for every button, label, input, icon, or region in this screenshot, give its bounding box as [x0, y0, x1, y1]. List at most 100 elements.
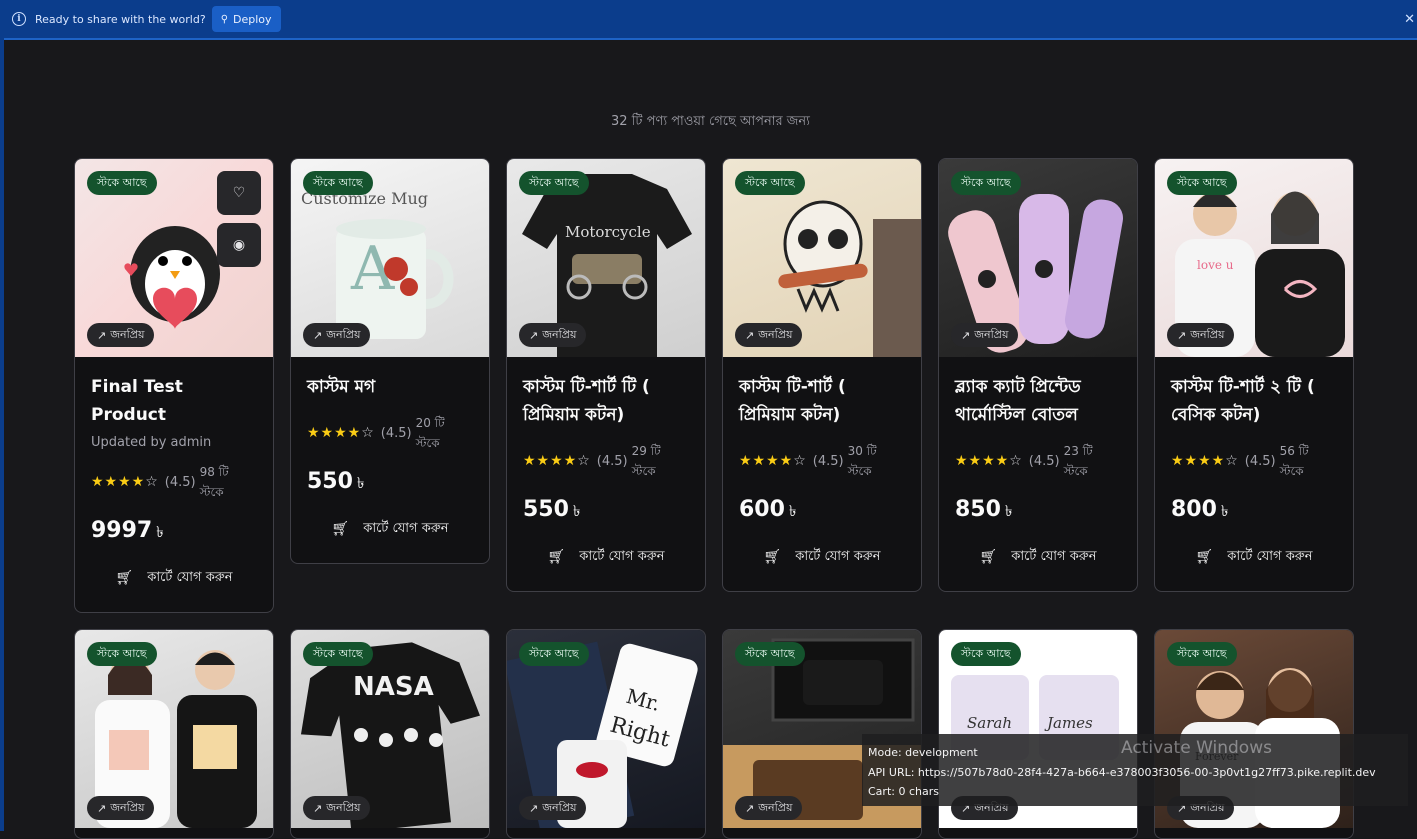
in-stock-badge: স্টকে আছে	[303, 171, 373, 195]
add-to-cart-button[interactable]: 🛒︎ কার্টে যোগ করুন	[955, 537, 1121, 577]
product-image[interactable]: স্টকে আছে ↗ জনপ্রিয়	[939, 159, 1137, 357]
rating-value: (4.5)	[596, 453, 628, 469]
trending-icon: ↗	[961, 328, 971, 342]
product-title[interactable]: Final Test Product	[91, 373, 257, 429]
add-to-cart-label: কার্টে যোগ করুন	[1227, 548, 1313, 564]
cart-icon: 🛒︎	[115, 570, 134, 586]
stock-count: 29 টি স্টকে	[631, 444, 661, 478]
deploy-button-label: Deploy	[233, 12, 272, 26]
product-title[interactable]: কাস্টম টি-শার্ট ২ টি ( বেসিক কটন)	[1171, 373, 1337, 429]
rating-value: (4.5)	[164, 474, 196, 490]
rating-stars: ★★★★☆	[307, 425, 375, 441]
trending-icon: ↗	[529, 801, 539, 815]
svg-text:love u: love u	[1197, 258, 1234, 272]
product-image[interactable]: স্টকে আছে ↗ জনপ্রিয়	[723, 159, 921, 357]
popular-label: জনপ্রিয়	[326, 327, 361, 341]
rocket-icon: ⚲	[220, 13, 229, 25]
price: 550 ৳	[523, 497, 581, 522]
product-image[interactable]: স্টকে আছে ♡ ◉ ↗ জনপ্রিয়	[75, 159, 273, 357]
add-to-cart-button[interactable]: 🛒︎ কার্টে যোগ করুন	[523, 537, 689, 577]
cart-icon: 🛒︎	[331, 521, 350, 537]
product-card[interactable]: Motorcycle স্টকে আছে ↗ জনপ্রিয় কাস্টম টি…	[506, 158, 706, 592]
product-card[interactable]: love u স্টকে আছে ↗ জনপ্রিয় কাস্টম টি-শার…	[1154, 158, 1354, 592]
trending-icon: ↗	[313, 801, 323, 815]
popular-label: জনপ্রিয়	[542, 327, 577, 341]
deploy-message: Ready to share with the world?	[35, 12, 206, 26]
in-stock-badge: স্টকে আছে	[1167, 642, 1237, 666]
popular-label: জনপ্রিয়	[326, 800, 361, 814]
eye-icon[interactable]: ◉	[217, 223, 261, 267]
debug-api-url: API URL: https://507b78d0-28f4-427a-b664…	[868, 765, 1376, 779]
product-card[interactable]: A Customize Mug স্টকে আছে ↗ জনপ্রিয় কাস্…	[290, 158, 490, 564]
rating-value: (4.5)	[380, 425, 412, 441]
popular-badge: ↗ জনপ্রিয়	[303, 796, 371, 820]
rating-value: (4.5)	[1244, 453, 1276, 469]
heart-icon[interactable]: ♡	[217, 171, 261, 215]
popular-label: জনপ্রিয়	[758, 800, 793, 814]
in-stock-badge: স্টকে আছে	[87, 171, 157, 195]
popular-badge: ↗ জনপ্রিয়	[87, 323, 155, 347]
popular-badge: ↗ জনপ্রিয়	[1167, 323, 1235, 347]
popular-badge: ↗ জনপ্রিয়	[951, 323, 1019, 347]
rating-value: (4.5)	[1028, 453, 1060, 469]
in-stock-badge: স্টকে আছে	[87, 642, 157, 666]
price: 9997 ৳	[91, 518, 164, 543]
product-image[interactable]: love u স্টকে আছে ↗ জনপ্রিয়	[1155, 159, 1353, 357]
product-card[interactable]: স্টকে আছে ↗ জনপ্রিয় ব্ল্যাক ক্যাট প্রিন্…	[938, 158, 1138, 592]
trending-icon: ↗	[745, 801, 755, 815]
add-to-cart-button[interactable]: 🛒︎ কার্টে যোগ করুন	[91, 558, 257, 598]
price: 550 ৳	[307, 469, 365, 494]
product-title[interactable]: ব্ল্যাক ক্যাট প্রিন্টেড থার্মোস্টিল বোতল	[955, 373, 1121, 429]
add-to-cart-label: কার্টে যোগ করুন	[147, 569, 233, 585]
product-card[interactable]: Mr. Right স্টকে আছে ↗ জনপ্রিয়	[506, 629, 706, 839]
stock-count: 56 টি স্টকে	[1279, 444, 1309, 478]
product-image[interactable]: স্টকে আছে ↗ জনপ্রিয়	[75, 630, 273, 828]
svg-text:Motorcycle: Motorcycle	[565, 223, 651, 241]
product-image[interactable]: Motorcycle স্টকে আছে ↗ জনপ্রিয়	[507, 159, 705, 357]
product-card[interactable]: স্টকে আছে ↗ জনপ্রিয় কাস্টম টি-শার্ট ( প্…	[722, 158, 922, 592]
deploy-banner: i Ready to share with the world? ⚲ Deplo…	[4, 0, 1417, 40]
trending-icon: ↗	[745, 328, 755, 342]
add-to-cart-label: কার্টে যোগ করুন	[579, 548, 665, 564]
product-image[interactable]: Mr. Right স্টকে আছে ↗ জনপ্রিয়	[507, 630, 705, 828]
in-stock-badge: স্টকে আছে	[519, 642, 589, 666]
product-title[interactable]: কাস্টম টি-শার্ট ( প্রিমিয়াম কটন)	[739, 373, 905, 429]
add-to-cart-button[interactable]: 🛒︎ কার্টে যোগ করুন	[1171, 537, 1337, 577]
trending-icon: ↗	[1177, 328, 1187, 342]
price: 800 ৳	[1171, 497, 1229, 522]
popular-label: জনপ্রিয়	[542, 800, 577, 814]
product-image[interactable]: A Customize Mug স্টকে আছে ↗ জনপ্রিয়	[291, 159, 489, 357]
results-count: 32 টি পণ্য পাওয়া গেছে আপনার জন্য	[611, 114, 810, 129]
svg-text:James: James	[1044, 714, 1093, 732]
price: 600 ৳	[739, 497, 797, 522]
popular-badge: ↗ জনপ্রিয়	[519, 796, 587, 820]
product-title[interactable]: কাস্টম টি-শার্ট টি ( প্রিমিয়াম কটন)	[523, 373, 689, 429]
cart-icon: 🛒︎	[979, 549, 998, 565]
trending-icon: ↗	[313, 328, 323, 342]
product-image[interactable]: NASA স্টকে আছে ↗ জনপ্রিয়	[291, 630, 489, 828]
product-title[interactable]: কাস্টম মগ	[307, 373, 473, 401]
popular-label: জনপ্রিয়	[110, 327, 145, 341]
rating-stars: ★★★★☆	[739, 453, 807, 469]
in-stock-badge: স্টকে আছে	[951, 642, 1021, 666]
rating-stars: ★★★★☆	[955, 453, 1023, 469]
svg-text:NASA: NASA	[353, 672, 434, 702]
close-icon[interactable]: ✕	[1404, 12, 1415, 27]
product-subtitle: Updated by admin	[91, 435, 212, 450]
main-content: 32 টি পণ্য পাওয়া গেছে আপনার জন্য স্টকে …	[4, 42, 1417, 839]
add-to-cart-button[interactable]: 🛒︎ কার্টে যোগ করুন	[307, 509, 473, 549]
popular-label: জনপ্রিয়	[110, 800, 145, 814]
popular-badge: ↗ জনপ্রিয়	[303, 323, 371, 347]
deploy-button[interactable]: ⚲ Deploy	[211, 6, 281, 32]
popular-label: জনপ্রিয়	[758, 327, 793, 341]
stock-count: 30 টি স্টকে	[847, 444, 877, 478]
product-card[interactable]: স্টকে আছে ↗ জনপ্রিয়	[74, 629, 274, 839]
product-card[interactable]: স্টকে আছে ♡ ◉ ↗ জনপ্রিয় Final Test Produ…	[74, 158, 274, 613]
debug-cart: Cart: 0 chars	[868, 785, 939, 798]
add-to-cart-button[interactable]: 🛒︎ কার্টে যোগ করুন	[739, 537, 905, 577]
in-stock-badge: স্টকে আছে	[735, 642, 805, 666]
stock-count: 98 টি স্টকে	[199, 465, 229, 499]
trending-icon: ↗	[97, 328, 107, 342]
cart-icon: 🛒︎	[763, 549, 782, 565]
product-card[interactable]: NASA স্টকে আছে ↗ জনপ্রিয়	[290, 629, 490, 839]
